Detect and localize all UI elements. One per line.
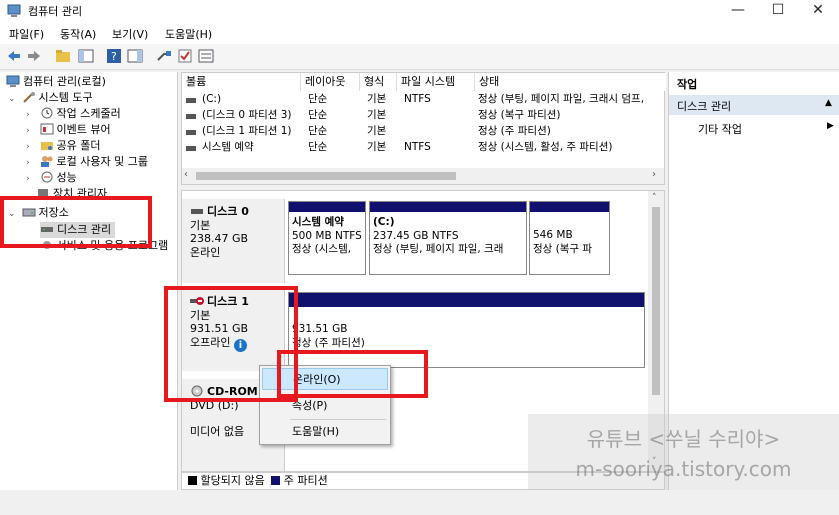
menu-bar: 파일(F) 동작(A) 보기(V) 도움말(H) bbox=[0, 22, 839, 44]
chevron-right-icon[interactable]: › bbox=[26, 155, 36, 171]
column-header-status[interactable]: 상태 bbox=[475, 73, 666, 91]
partition-system-reserved[interactable]: 시스템 예약 500 MB NTFS 정상 (시스템, bbox=[288, 201, 366, 275]
navigation-tree: 컴퓨터 관리(로컬) ⌄ 시스템 도구 › 작업 스케줄러 › 이벤트 뷰어 ›… bbox=[0, 72, 178, 490]
menu-item-help[interactable]: 도움말(H) bbox=[262, 421, 388, 443]
collapse-arrow-icon[interactable]: ▲ bbox=[825, 98, 832, 108]
users-icon bbox=[40, 155, 54, 167]
volume-icon bbox=[186, 94, 196, 110]
volume-icon bbox=[186, 110, 196, 126]
menu-action[interactable]: 동작(A) bbox=[60, 26, 96, 42]
event-viewer-icon bbox=[40, 123, 54, 135]
actions-section-disk-management[interactable]: 디스크 관리 ▲ bbox=[669, 95, 839, 115]
actions-more[interactable]: 기타 작업 ▶ bbox=[669, 119, 839, 137]
tree-item-root[interactable]: 컴퓨터 관리(로컬) bbox=[6, 74, 106, 90]
up-folder-icon[interactable] bbox=[55, 48, 71, 64]
back-icon[interactable] bbox=[6, 48, 22, 64]
computer-management-icon bbox=[6, 75, 20, 87]
partition-bar bbox=[289, 293, 644, 307]
disk0-status: 온라인 bbox=[190, 245, 221, 259]
disk0-size: 238.47 GB bbox=[190, 232, 249, 245]
partition-bar bbox=[370, 202, 526, 212]
tools-icon bbox=[22, 91, 36, 103]
chevron-down-icon[interactable]: ⌄ bbox=[8, 91, 18, 107]
tree-item-task-scheduler[interactable]: › 작업 스케줄러 bbox=[26, 106, 121, 122]
disk0-type: 기본 bbox=[190, 218, 211, 232]
tree-item-shared-folders[interactable]: › 공유 폴더 bbox=[26, 138, 100, 154]
checklist-icon[interactable] bbox=[177, 48, 193, 64]
column-header-filesystem[interactable]: 파일 시스템 bbox=[397, 73, 475, 91]
tree-item-event-viewer[interactable]: › 이벤트 뷰어 bbox=[26, 122, 111, 138]
chevron-right-icon[interactable]: › bbox=[26, 123, 36, 139]
app-icon bbox=[7, 4, 21, 18]
toolbar: ? bbox=[0, 44, 839, 70]
legend-primary: 주 파티션 bbox=[283, 474, 328, 487]
performance-icon bbox=[40, 171, 54, 183]
partition-bar bbox=[289, 202, 365, 212]
forward-icon[interactable] bbox=[26, 48, 42, 64]
show-action-pane-icon[interactable] bbox=[127, 48, 143, 64]
svg-text:?: ? bbox=[111, 50, 117, 63]
tree-item-system-tools[interactable]: ⌄ 시스템 도구 bbox=[8, 90, 93, 106]
column-header-type[interactable]: 형식 bbox=[360, 73, 397, 91]
submenu-arrow-icon: ▶ bbox=[827, 121, 834, 131]
column-header-volume[interactable]: 볼륨 bbox=[182, 73, 301, 91]
properties-icon[interactable] bbox=[198, 48, 214, 64]
chevron-right-icon[interactable]: › bbox=[26, 139, 36, 155]
scroll-right-icon[interactable]: › bbox=[652, 169, 656, 180]
chevron-right-icon[interactable]: › bbox=[26, 107, 36, 123]
disk-icon bbox=[190, 205, 204, 217]
help-icon[interactable]: ? bbox=[106, 48, 122, 64]
volume-icon bbox=[186, 142, 196, 158]
close-button[interactable]: ✕ bbox=[795, 0, 839, 22]
show-hide-tree-icon[interactable] bbox=[78, 48, 94, 64]
scroll-thumb[interactable] bbox=[196, 172, 456, 180]
shared-folder-icon bbox=[40, 139, 54, 151]
disk0-label[interactable]: 디스크 0 기본 238.47 GB 온라인 bbox=[182, 199, 285, 283]
menu-help[interactable]: 도움말(H) bbox=[165, 26, 212, 42]
legend-unallocated: 할당되지 않음 bbox=[200, 474, 265, 487]
unallocated-swatch bbox=[188, 476, 197, 485]
column-header-layout[interactable]: 레이아웃 bbox=[301, 73, 360, 91]
annotation-box-online bbox=[277, 350, 428, 398]
clock-icon bbox=[40, 107, 54, 119]
partition-c[interactable]: (C:) 237.45 GB NTFS 정상 (부팅, 페이지 파일, 크래 bbox=[369, 201, 527, 275]
tree-item-performance[interactable]: › 성능 bbox=[26, 170, 77, 186]
scroll-up-icon[interactable]: ˄ bbox=[652, 193, 657, 203]
menu-separator bbox=[290, 419, 386, 420]
tree-item-local-users[interactable]: › 로컬 사용자 및 그룹 bbox=[26, 154, 148, 170]
actions-header: 작업 bbox=[677, 78, 698, 91]
horizontal-scrollbar[interactable]: ‹ › bbox=[182, 168, 664, 184]
scroll-left-icon[interactable]: ‹ bbox=[184, 169, 188, 180]
primary-swatch bbox=[271, 476, 281, 485]
chevron-right-icon[interactable]: › bbox=[26, 171, 36, 187]
status-bar bbox=[0, 490, 839, 515]
volume-icon bbox=[186, 126, 196, 142]
connect-icon[interactable] bbox=[156, 48, 172, 64]
title-bar: 컴퓨터 관리 — ☐ ✕ bbox=[0, 0, 839, 22]
menu-file[interactable]: 파일(F) bbox=[9, 26, 44, 42]
menu-view[interactable]: 보기(V) bbox=[112, 26, 148, 42]
annotation-box-storage bbox=[0, 196, 152, 248]
partition-recovery[interactable]: 546 MB 정상 (복구 파 bbox=[529, 201, 610, 275]
volume-table: 볼륨 레이아웃 형식 파일 시스템 상태 (C:) 단순 기본 NTFS 정상 … bbox=[181, 72, 666, 185]
scroll-thumb[interactable] bbox=[652, 207, 660, 395]
watermark: 유튜브 <쑤닐 수리야> m-sooriya.tistory.com bbox=[528, 414, 839, 490]
partition-bar bbox=[530, 202, 609, 212]
window-title: 컴퓨터 관리 bbox=[28, 5, 83, 18]
